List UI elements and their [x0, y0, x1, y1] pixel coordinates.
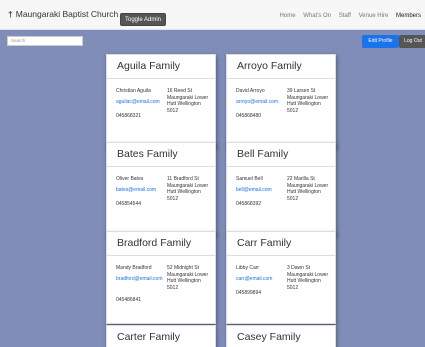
member-email-link[interactable]: bell@email.com: [236, 187, 284, 193]
family-card-casey: Casey Family: [226, 325, 336, 347]
nav-links: Home What's On Staff Venue Hire Members: [274, 13, 421, 19]
family-title: Carter Family: [107, 326, 215, 347]
member-address: 11 Bradford St Maungaraki Lower Hutt Wel…: [167, 176, 209, 202]
nav-staff[interactable]: Staff: [339, 13, 351, 19]
family-card-aguila: Aguila Family Christian Aguila aguilac@e…: [106, 54, 216, 147]
nav-home[interactable]: Home: [280, 13, 296, 19]
member-name: Samuel Bell: [236, 176, 263, 182]
top-navbar: † Maungaraki Baptist Church Toggle Admin …: [0, 0, 425, 30]
member-email-link[interactable]: bradford@email.com: [116, 276, 164, 282]
family-card-bates: Bates Family Oliver Bates bates@email.co…: [106, 142, 216, 235]
member-email-link[interactable]: bates@email.com: [116, 187, 164, 193]
member-address: 52 Midnight St Maungaraki Lower Hutt Wel…: [167, 265, 209, 291]
member-phone: 045868480: [236, 113, 262, 119]
member-email-link[interactable]: arroyo@email.com: [236, 99, 284, 105]
toggle-admin-button[interactable]: Toggle Admin: [120, 13, 167, 26]
member-phone: 045854544: [116, 201, 142, 207]
family-title: Bell Family: [227, 143, 335, 167]
member-name: Oliver Bates: [116, 176, 144, 182]
member-name: David Arroyo: [236, 88, 265, 94]
member-address: 16 Reed St Maungaraki Lower Hutt Welling…: [167, 88, 209, 114]
brand-link[interactable]: † Maungaraki Baptist Church: [8, 9, 118, 19]
member-name: Christian Aguila: [116, 88, 151, 94]
family-title: Bradford Family: [107, 232, 215, 256]
member-phone: 045868321: [116, 113, 142, 119]
member-phone: 045486841: [116, 297, 142, 303]
family-card-arroyo: Arroyo Family David Arroyo arroyo@email.…: [226, 54, 336, 147]
member-phone: 045899894: [236, 290, 262, 296]
edit-profile-button[interactable]: Edit Profile: [362, 35, 399, 48]
family-title: Aguila Family: [107, 55, 215, 79]
member-name: Mandy Bradford: [116, 265, 152, 271]
search-input[interactable]: Search: [7, 36, 83, 46]
member-address: 39 Larsen St Maungaraki Lower Hutt Welli…: [287, 88, 329, 114]
member-address: 22 Marilla St Maungaraki Lower Hutt Well…: [287, 176, 329, 202]
family-card-bell: Bell Family Samuel Bell bell@email.com 0…: [226, 142, 336, 235]
family-card-carter: Carter Family: [106, 325, 216, 347]
member-email-link[interactable]: carr@email.com: [236, 276, 284, 282]
member-phone: 045868392: [236, 201, 262, 207]
nav-venue-hire[interactable]: Venue Hire: [359, 13, 389, 19]
family-card-bradford: Bradford Family Mandy Bradford bradford@…: [106, 231, 216, 324]
family-title: Bates Family: [107, 143, 215, 167]
cross-icon: †: [8, 9, 13, 19]
logout-button[interactable]: Log Out: [399, 35, 425, 48]
family-title: Carr Family: [227, 232, 335, 256]
member-name: Libby Carr: [236, 265, 260, 271]
member-email-link[interactable]: aguilac@email.com: [116, 99, 164, 105]
family-title: Arroyo Family: [227, 55, 335, 79]
nav-whats-on[interactable]: What's On: [303, 13, 331, 19]
family-title: Casey Family: [227, 326, 335, 347]
brand-name: Maungaraki Baptist Church: [15, 9, 119, 19]
member-address: 3 Dawn St Maungaraki Lower Hutt Wellingt…: [287, 265, 329, 291]
nav-members[interactable]: Members: [396, 13, 421, 19]
family-card-carr: Carr Family Libby Carr carr@email.com 04…: [226, 231, 336, 324]
